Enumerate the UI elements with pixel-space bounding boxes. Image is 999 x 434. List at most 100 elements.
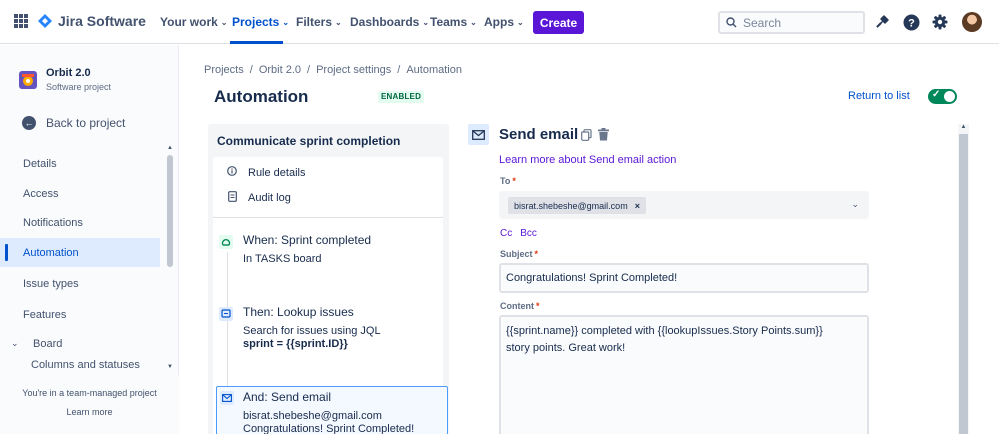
send-email-icon <box>468 124 489 145</box>
jira-diamond-icon <box>38 14 52 28</box>
audit-log-label: Audit log <box>248 192 291 204</box>
to-label: To * <box>500 176 516 186</box>
learn-more-send-email-link[interactable]: Learn more about Send email action <box>499 154 676 166</box>
content-label: Content * <box>500 301 540 311</box>
page-title: Automation <box>214 87 309 106</box>
jira-logo[interactable]: Jira Software <box>38 13 146 29</box>
action-title: Send email <box>499 126 579 143</box>
nav-your-work[interactable]: Your work ⌄ <box>160 15 228 29</box>
content-textarea[interactable]: {{sprint.name}} completed with {{lookupI… <box>499 315 869 434</box>
step-title: And: Send email <box>243 390 332 404</box>
to-label-text: To <box>500 176 511 186</box>
nav-filters[interactable]: Filters ⌄ <box>296 15 342 29</box>
nav-dashboards-label: Dashboards <box>350 15 420 29</box>
step-description: In TASKS board <box>243 253 322 265</box>
editor-scroll-thumb[interactable] <box>959 134 968 434</box>
sidebar-item-label: Details <box>23 157 57 170</box>
sidebar-item-label: Access <box>23 187 59 200</box>
help-icon[interactable]: ? <box>902 13 920 31</box>
chevron-down-icon[interactable]: ⌄ <box>851 199 859 210</box>
nav-projects-label: Projects <box>232 15 280 29</box>
scroll-up-icon[interactable]: ▲ <box>958 124 969 130</box>
rule-details-link[interactable]: Rule details <box>227 166 305 179</box>
nav-dashboards[interactable]: Dashboards ⌄ <box>350 15 429 29</box>
breadcrumb-project-settings[interactable]: Project settings <box>316 64 391 76</box>
subject-label-text: Subject <box>500 249 533 259</box>
sidebar-item-features[interactable]: Features <box>0 300 160 329</box>
sidebar-item-label: Board <box>33 337 63 350</box>
back-to-project-link[interactable]: ← Back to project <box>22 116 125 130</box>
sidebar-item-label: Issue types <box>23 277 79 290</box>
project-name: Orbit 2.0 <box>46 67 91 79</box>
delete-icon[interactable] <box>598 128 609 144</box>
svg-text:?: ? <box>908 17 915 29</box>
nav-filters-label: Filters <box>296 15 333 29</box>
step-title: Then: Lookup issues <box>243 305 354 319</box>
sidebar-item-notifications[interactable]: Notifications <box>0 208 160 237</box>
sidebar-scroll-thumb[interactable] <box>167 155 173 267</box>
breadcrumb-orbit[interactable]: Orbit 2.0 <box>259 64 301 76</box>
editor-scrollbar[interactable]: ▲ <box>958 124 969 434</box>
nav-your-work-label: Your work <box>160 15 218 29</box>
project-avatar-icon <box>19 71 37 89</box>
scroll-up-icon[interactable]: ▲ <box>166 145 174 151</box>
rule-links-card: Rule details Audit log <box>213 157 443 217</box>
create-button[interactable]: Create <box>533 11 584 34</box>
project-sidebar: Orbit 2.0 Software project ← Back to pro… <box>0 45 179 434</box>
lookup-issues-icon <box>219 307 233 321</box>
rule-panel: Communicate sprint completion Rule detai… <box>208 124 449 434</box>
return-to-list-link[interactable]: Return to list <box>848 90 910 102</box>
app-switcher-icon[interactable] <box>14 14 28 28</box>
sidebar-item-details[interactable]: Details <box>0 149 160 178</box>
rule-name: Communicate sprint completion <box>217 134 401 148</box>
cc-link[interactable]: Cc <box>500 228 512 239</box>
chevron-down-icon: ⌄ <box>422 17 430 27</box>
document-icon <box>227 191 237 205</box>
recipient-chip: bisrat.shebeshe@gmail.com × <box>508 197 646 214</box>
learn-more-link[interactable]: Learn more <box>0 407 179 417</box>
settings-gear-icon[interactable] <box>931 13 949 31</box>
audit-log-link[interactable]: Audit log <box>227 191 291 205</box>
breadcrumb-automation[interactable]: Automation <box>406 64 462 76</box>
step-title: When: Sprint completed <box>243 233 372 247</box>
content-label-text: Content <box>500 301 534 311</box>
rule-step-lookup-issues[interactable]: Then: Lookup issues Search for issues us… <box>216 305 440 355</box>
nav-apps[interactable]: Apps ⌄ <box>484 15 524 29</box>
scroll-down-icon[interactable]: ▼ <box>166 364 174 370</box>
rule-step-trigger[interactable]: When: Sprint completed In TASKS board <box>216 233 440 273</box>
breadcrumb: Projects / Orbit 2.0/Project settings / Auto… <box>204 64 462 76</box>
sidebar-item-columns-and-statuses[interactable]: Columns and statuses <box>0 359 160 373</box>
step-description: Congratulations! Sprint Completed! <box>243 423 415 434</box>
remove-recipient-icon[interactable]: × <box>635 201 640 211</box>
search-input[interactable] <box>743 15 853 30</box>
sidebar-scrollbar[interactable]: ▲ ▼ <box>166 145 174 371</box>
subject-input[interactable]: Congratulations! Sprint Completed! <box>499 263 869 293</box>
rule-enabled-toggle[interactable]: ✓ <box>928 89 957 104</box>
rule-step-send-email[interactable]: And: Send email bisrat.shebeshe@gmail.co… <box>216 386 448 434</box>
to-recipients-field[interactable]: bisrat.shebeshe@gmail.com × ⌄ <box>499 191 869 219</box>
project-type: Software project <box>46 82 112 92</box>
sidebar-item-issue-types[interactable]: Issue types <box>0 269 160 298</box>
chevron-down-icon: ⌄ <box>11 338 19 348</box>
sidebar-item-label: Features <box>23 308 67 321</box>
chevron-down-icon: ⌄ <box>220 17 228 27</box>
nav-teams-label: Teams <box>430 15 468 29</box>
sidebar-footer: You're in a team-managed project Learn m… <box>0 375 179 434</box>
copy-icon[interactable] <box>581 129 592 144</box>
trigger-icon <box>219 235 233 249</box>
breadcrumb-projects[interactable]: Projects <box>204 64 244 76</box>
active-nav-indicator <box>230 41 283 44</box>
bcc-link[interactable]: Bcc <box>520 228 537 239</box>
nav-apps-label: Apps <box>484 15 514 29</box>
nav-projects[interactable]: Projects ⌄ <box>232 15 289 29</box>
notifications-icon[interactable] <box>873 13 891 31</box>
sidebar-item-automation[interactable]: Automation <box>0 238 160 267</box>
sidebar-item-board[interactable]: ⌄ Board <box>0 329 160 358</box>
nav-teams[interactable]: Teams ⌄ <box>430 15 477 29</box>
user-avatar[interactable] <box>962 12 982 32</box>
chevron-down-icon: ⌄ <box>517 17 524 27</box>
step-jql: sprint = {{sprint.ID}} <box>243 338 348 350</box>
sidebar-item-label: Automation <box>23 246 79 259</box>
search-box[interactable] <box>718 11 865 34</box>
sidebar-item-access[interactable]: Access <box>0 179 160 208</box>
